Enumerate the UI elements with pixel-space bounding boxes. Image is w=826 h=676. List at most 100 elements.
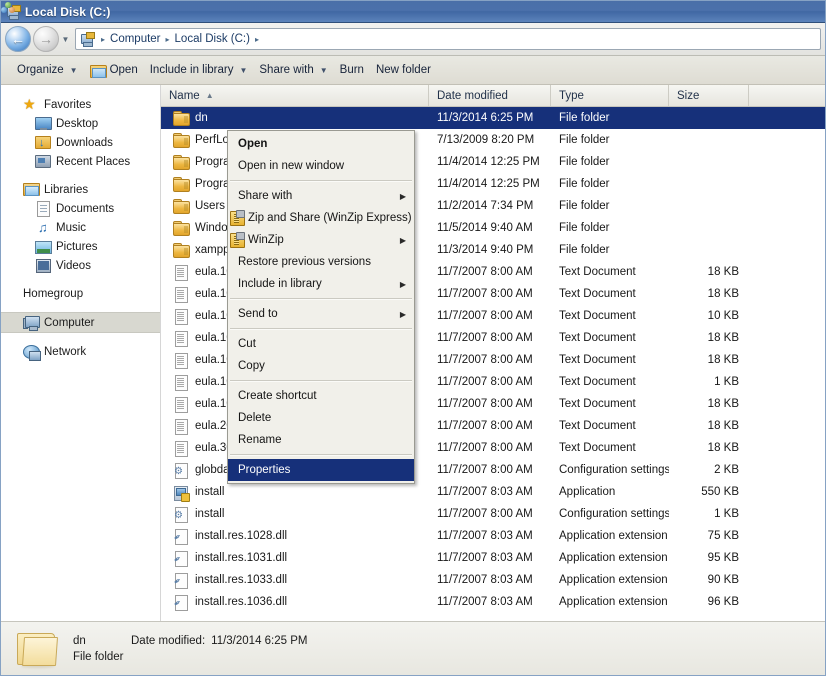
- sidebar-item-desktop[interactable]: Desktop: [1, 114, 160, 133]
- cell-size: [669, 217, 749, 239]
- table-row[interactable]: ⚙ install 11/7/2007 8:00 AM Configuration s…: [161, 503, 825, 525]
- sidebar-item-pictures[interactable]: Pictures: [1, 237, 160, 256]
- cell-size: [669, 173, 749, 195]
- sidebar-group-computer: Computer: [1, 312, 160, 333]
- context-menu-item[interactable]: Open in new window: [228, 155, 414, 177]
- text-document-icon: [173, 264, 189, 281]
- sidebar-item-computer[interactable]: Computer: [1, 312, 160, 333]
- toolbar-organize-button[interactable]: Organize ▼: [11, 59, 84, 81]
- toolbar-new-folder-button[interactable]: New folder: [370, 59, 437, 81]
- column-header-size[interactable]: Size: [669, 85, 749, 106]
- cell-size: 95 KB: [707, 552, 739, 564]
- cell-date-modified: 11/7/2007 8:00 AM: [437, 310, 533, 322]
- recent-places-icon: [35, 154, 51, 169]
- context-menu-item[interactable]: Create shortcut: [228, 385, 414, 407]
- drive-computer-icon: [80, 32, 96, 47]
- cell-date-modified: 11/2/2014 7:34 PM: [437, 200, 534, 212]
- application-extension-icon: ✒: [172, 594, 189, 611]
- table-row[interactable]: ✒ install.res.1028.dll 11/7/2007 8:03 AM Ap…: [161, 525, 825, 547]
- text-document-icon: [173, 418, 189, 435]
- sidebar-label-pictures: Pictures: [56, 240, 98, 253]
- column-header-type[interactable]: Type: [551, 85, 669, 106]
- folder-icon: [173, 242, 190, 258]
- submenu-arrow-icon: ▶: [399, 279, 406, 289]
- context-menu-item-label: Include in library: [238, 278, 322, 290]
- network-icon: [23, 344, 41, 361]
- cell-date-modified: 11/3/2014 9:40 PM: [437, 244, 534, 256]
- context-menu-item[interactable]: Rename: [228, 429, 414, 451]
- sort-ascending-icon: ▲: [205, 91, 214, 100]
- recent-pages-dropdown[interactable]: ▼: [60, 35, 71, 44]
- context-menu-separator: [230, 298, 412, 300]
- chevron-right-icon[interactable]: ▸: [252, 35, 262, 44]
- sidebar-label-desktop: Desktop: [56, 117, 99, 130]
- cell-size: 18 KB: [707, 354, 739, 366]
- cell-name: ✒ install.res.1033.dll: [161, 569, 429, 591]
- context-menu-item[interactable]: Copy: [228, 355, 414, 377]
- file-name-label: install.res.1031.dll: [195, 552, 288, 564]
- sidebar-group-libraries: Libraries Documents ♫ Music Pictures Vid…: [1, 180, 160, 275]
- cell-size: 18 KB: [707, 442, 739, 454]
- context-menu-item[interactable]: Properties: [228, 459, 414, 481]
- chevron-right-icon[interactable]: ▸: [98, 35, 108, 44]
- breadcrumb-computer[interactable]: Computer: [108, 33, 163, 45]
- text-document-icon: [173, 396, 189, 413]
- context-menu-item[interactable]: Zip and Share (WinZip Express): [228, 207, 414, 229]
- column-header-name[interactable]: Name ▲: [161, 85, 429, 106]
- sidebar-item-documents[interactable]: Documents: [1, 199, 160, 218]
- context-menu-item[interactable]: Delete: [228, 407, 414, 429]
- sidebar-label-music: Music: [56, 221, 87, 234]
- context-menu-item[interactable]: WinZip ▶: [228, 229, 414, 251]
- sidebar-item-homegroup[interactable]: Homegroup: [1, 2, 160, 303]
- table-row[interactable]: ✒ install.res.1031.dll 11/7/2007 8:03 AM Ap…: [161, 547, 825, 569]
- cell-date-modified: 11/7/2007 8:00 AM: [437, 442, 533, 454]
- table-row[interactable]: dn 11/3/2014 6:25 PM File folder: [161, 107, 825, 129]
- navigation-pane: ★ Favorites Desktop ↓ Downloads Recent P…: [1, 2, 161, 621]
- back-button[interactable]: ←: [5, 26, 31, 52]
- cell-size: [669, 151, 749, 173]
- toolbar-include-in-library-button[interactable]: Include in library ▼: [144, 59, 254, 81]
- toolbar-open-button[interactable]: Open: [84, 59, 144, 81]
- cell-size: [669, 195, 749, 217]
- text-document-icon: [173, 330, 189, 347]
- winzip-icon: [229, 232, 245, 248]
- text-document-icon: [173, 374, 189, 391]
- table-row[interactable]: install 11/7/2007 8:03 AM Application 550 K…: [161, 481, 825, 503]
- sidebar-item-network[interactable]: Network: [1, 342, 160, 361]
- file-name-label: install: [195, 508, 225, 520]
- chevron-right-icon[interactable]: ▸: [163, 35, 173, 44]
- cell-size: [669, 239, 749, 261]
- table-row[interactable]: ✒ install.res.1033.dll 11/7/2007 8:03 AM Ap…: [161, 569, 825, 591]
- cell-size: 10 KB: [707, 310, 739, 322]
- file-name-label: install.res.1028.dll: [195, 530, 288, 542]
- context-menu-item[interactable]: Cut: [228, 333, 414, 355]
- sidebar-item-libraries[interactable]: Libraries: [1, 180, 160, 199]
- forward-button[interactable]: →: [33, 26, 59, 52]
- sidebar-item-videos[interactable]: Videos: [1, 256, 160, 275]
- cell-type: Text Document: [559, 288, 636, 300]
- breadcrumb-local-disk[interactable]: Local Disk (C:): [173, 33, 252, 45]
- toolbar-share-with-button[interactable]: Share with ▼: [253, 59, 333, 81]
- cell-type: Text Document: [559, 376, 636, 388]
- toolbar-burn-button[interactable]: Burn: [334, 59, 370, 81]
- sidebar-item-downloads[interactable]: ↓ Downloads: [1, 133, 160, 152]
- table-row[interactable]: ✒ install.res.1036.dll 11/7/2007 8:03 AM Ap…: [161, 591, 825, 613]
- context-menu-item[interactable]: Include in library ▶: [228, 273, 414, 295]
- sidebar-label-documents: Documents: [56, 202, 115, 215]
- sidebar-item-favorites[interactable]: ★ Favorites: [1, 95, 160, 114]
- cell-date-modified: 11/4/2014 12:25 PM: [437, 178, 540, 190]
- column-header-filler: [749, 85, 825, 106]
- submenu-arrow-icon: ▶: [399, 235, 406, 245]
- context-menu-item[interactable]: Open: [228, 133, 414, 155]
- cell-type: Text Document: [559, 442, 636, 454]
- context-menu-item[interactable]: Share with ▶: [228, 185, 414, 207]
- sidebar-item-recent-places[interactable]: Recent Places: [1, 152, 160, 171]
- context-menu-item[interactable]: Send to ▶: [228, 303, 414, 325]
- pictures-icon: [35, 239, 52, 254]
- address-bar[interactable]: ▸ Computer ▸ Local Disk (C:) ▸: [75, 28, 821, 50]
- cell-name: dn: [161, 107, 429, 129]
- context-menu-item[interactable]: Restore previous versions: [228, 251, 414, 273]
- column-header-date-modified[interactable]: Date modified: [429, 85, 551, 106]
- sidebar-item-music[interactable]: ♫ Music: [1, 218, 160, 237]
- cell-size: 18 KB: [707, 332, 739, 344]
